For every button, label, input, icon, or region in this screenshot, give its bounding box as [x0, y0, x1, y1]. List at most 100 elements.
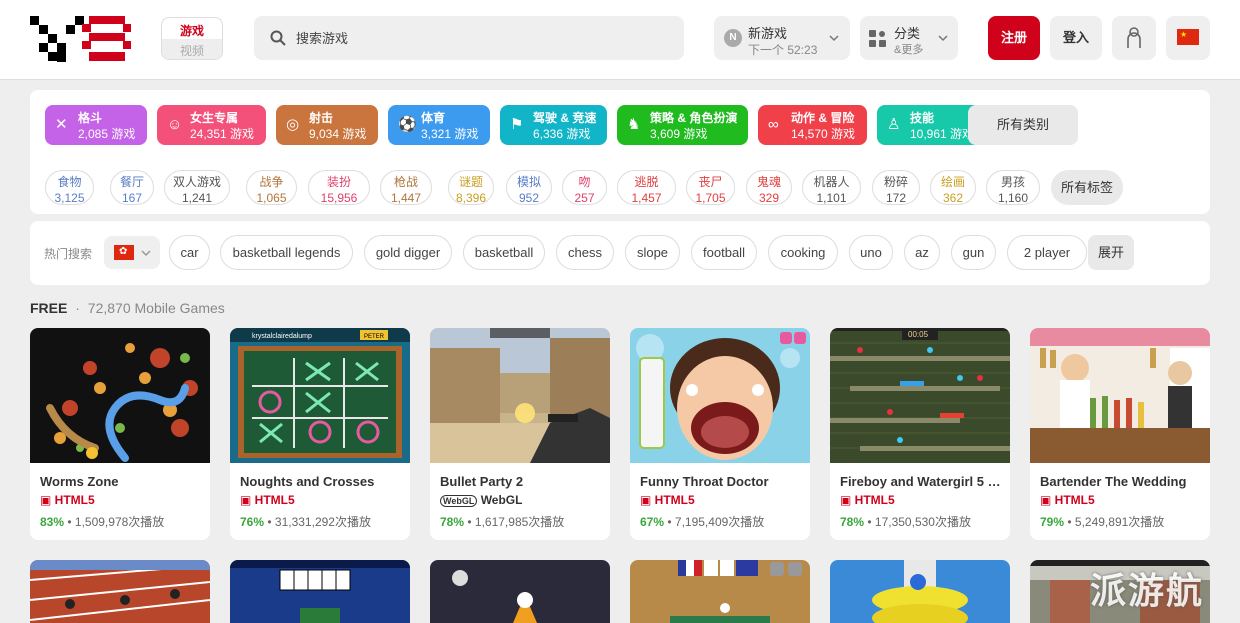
tag-chip[interactable]: 机器人 1,101 — [802, 170, 861, 205]
tag-chip[interactable]: 双人游戏 1,241 — [164, 170, 230, 205]
category-button[interactable]: ⚑ 驾驶 & 竞速 6,336 游戏 — [500, 105, 607, 145]
hot-search-chip[interactable]: football — [691, 235, 757, 270]
tag-chip[interactable]: 战争 1,065 — [246, 170, 297, 205]
game-thumbnail[interactable] — [430, 560, 610, 623]
game-title[interactable]: Worms Zone — [40, 474, 202, 489]
category-count: 6,336 游戏 — [533, 127, 591, 141]
all-categories-button[interactable]: 所有类别 — [968, 105, 1078, 145]
content-type-switch[interactable]: 游戏 视频 — [161, 17, 223, 60]
game-title[interactable]: Bartender The Wedding — [1040, 474, 1202, 489]
tag-chip[interactable]: 粉碎 172 — [872, 170, 920, 205]
all-tags-button[interactable]: 所有标签 — [1051, 170, 1123, 205]
tag-chip[interactable]: 谜题 8,396 — [448, 170, 494, 205]
categories-dropdown[interactable]: 分类 &更多 — [860, 16, 958, 60]
tag-chip[interactable]: 枪战 1,447 — [380, 170, 432, 205]
register-button[interactable]: 注册 — [988, 16, 1040, 60]
tag-chip[interactable]: 吻 257 — [562, 170, 607, 205]
search-input[interactable] — [296, 16, 676, 60]
category-button[interactable]: ∞ 动作 & 冒险 14,570 游戏 — [758, 105, 867, 145]
category-name: 格斗 — [78, 111, 103, 125]
tag-chip[interactable]: 食物 3,125 — [45, 170, 94, 205]
game-thumbnail[interactable] — [30, 328, 210, 463]
webgl-icon: WebGL — [440, 495, 478, 507]
game-thumbnail[interactable]: 00:05 — [830, 328, 1010, 463]
category-button[interactable]: ☺ 女生专属 24,351 游戏 — [157, 105, 266, 145]
game-card[interactable]: krystalclairedalump PETER Noughts and Cr… — [230, 328, 410, 540]
tag-chip[interactable]: 丧尸 1,705 — [686, 170, 735, 205]
game-title[interactable]: Fireboy and Watergirl 5 Elements — [840, 474, 1002, 489]
tag-chip[interactable]: 模拟 952 — [506, 170, 552, 205]
tag-chip[interactable]: 餐厅 167 — [110, 170, 154, 205]
game-thumbnail[interactable] — [630, 328, 810, 463]
category-button[interactable]: ♞ 策略 & 角色扮演 3,609 游戏 — [617, 105, 748, 145]
hot-search-chip[interactable]: chess — [556, 235, 614, 270]
tag-count: 1,457 — [631, 191, 662, 205]
game-card[interactable]: Worms Zone ▣ HTML5 83% • 1,509,978次播放 — [30, 328, 210, 540]
category-count: 14,570 游戏 — [791, 127, 856, 141]
rating: 67% — [640, 515, 665, 529]
user-menu-button[interactable] — [1112, 16, 1156, 60]
game-thumbnail[interactable] — [630, 560, 810, 623]
login-button[interactable]: 登入 — [1050, 16, 1102, 60]
watermark-logo: 派游航 — [1090, 570, 1205, 611]
category-name: 体育 — [421, 111, 446, 125]
site-logo[interactable] — [30, 16, 131, 62]
hot-search-chip[interactable]: slope — [625, 235, 680, 270]
hot-search-chip[interactable]: gold digger — [364, 235, 452, 270]
category-name: 技能 — [910, 111, 935, 125]
game-title[interactable]: Funny Throat Doctor — [640, 474, 802, 489]
tag-chip[interactable]: 装扮 15,956 — [308, 170, 370, 205]
rating: 79% — [1040, 515, 1065, 529]
game-thumbnail[interactable] — [30, 560, 210, 623]
hot-search-chip[interactable]: gun — [951, 235, 996, 270]
game-thumbnail[interactable] — [430, 328, 610, 463]
expand-button[interactable]: 展开 — [1088, 235, 1134, 270]
tag-count: 362 — [942, 191, 964, 205]
hot-search-chip[interactable]: az — [904, 235, 940, 270]
hot-search-panel: 热门搜索 ✿ car basketball legends gold digger b… — [30, 221, 1210, 285]
tag-chip[interactable]: 鬼魂 329 — [746, 170, 792, 205]
category-button[interactable]: ◎ 射击 9,034 游戏 — [276, 105, 378, 145]
tag-name: 谜题 — [458, 175, 483, 189]
hot-search-chip[interactable]: cooking — [768, 235, 838, 270]
region-selector[interactable]: ✿ — [104, 236, 160, 269]
game-card[interactable]: Funny Throat Doctor ▣ HTML5 67% • 7,195,… — [630, 328, 810, 540]
game-title[interactable]: Bullet Party 2 — [440, 474, 602, 489]
game-thumbnail[interactable] — [230, 560, 410, 623]
category-button[interactable]: ⚽ 体育 3,321 游戏 — [388, 105, 490, 145]
rating: 78% — [840, 515, 865, 529]
tab-games[interactable]: 游戏 — [162, 22, 222, 39]
hot-search-chip[interactable]: car — [169, 235, 210, 270]
tag-count: 1,241 — [181, 191, 213, 205]
game-thumbnail[interactable] — [830, 560, 1010, 623]
html5-icon: ▣ — [240, 493, 255, 507]
category-icon: ♙ — [887, 116, 901, 133]
tag-chip[interactable]: 绘画 362 — [930, 170, 976, 205]
hot-search-chip[interactable]: uno — [849, 235, 893, 270]
new-games-dropdown[interactable]: N 新游戏 下一个 52:23 — [714, 16, 850, 60]
category-name: 动作 & 冒险 — [791, 111, 855, 125]
game-card[interactable]: 00:05 Fireboy and Watergirl 5 Elements ▣… — [830, 328, 1010, 540]
tag-chip[interactable]: 逃脱 1,457 — [617, 170, 676, 205]
game-thumbnail[interactable]: krystalclairedalump PETER — [230, 328, 410, 463]
hot-search-chip[interactable]: basketball legends — [220, 235, 353, 270]
hot-search-chip[interactable]: 2 player — [1007, 235, 1087, 270]
category-button[interactable]: ✕ 格斗 2,085 游戏 — [45, 105, 147, 145]
china-flag-icon: ★ — [1177, 29, 1199, 45]
grid-icon — [869, 30, 886, 47]
hot-search-label: 热门搜索 — [44, 247, 93, 261]
category-name: 策略 & 角色扮演 — [650, 111, 738, 125]
tab-videos[interactable]: 视频 — [162, 42, 222, 59]
game-card[interactable]: Bullet Party 2 WebGL WebGL 78% • 1,617,9… — [430, 328, 610, 540]
category-count: 9,034 游戏 — [309, 127, 367, 141]
game-title[interactable]: Noughts and Crosses — [240, 474, 402, 489]
search-icon — [270, 30, 286, 46]
category-count: 24,351 游戏 — [190, 127, 255, 141]
hot-search-chip[interactable]: basketball — [463, 235, 545, 270]
tag-chip[interactable]: 男孩 1,160 — [986, 170, 1040, 205]
category-icon: ☺ — [167, 116, 183, 133]
search-box[interactable] — [254, 16, 684, 60]
game-card[interactable]: Bartender The Wedding ▣ HTML5 79% • 5,24… — [1030, 328, 1210, 540]
language-button[interactable]: ★ — [1166, 16, 1210, 60]
game-thumbnail[interactable] — [1030, 328, 1210, 463]
